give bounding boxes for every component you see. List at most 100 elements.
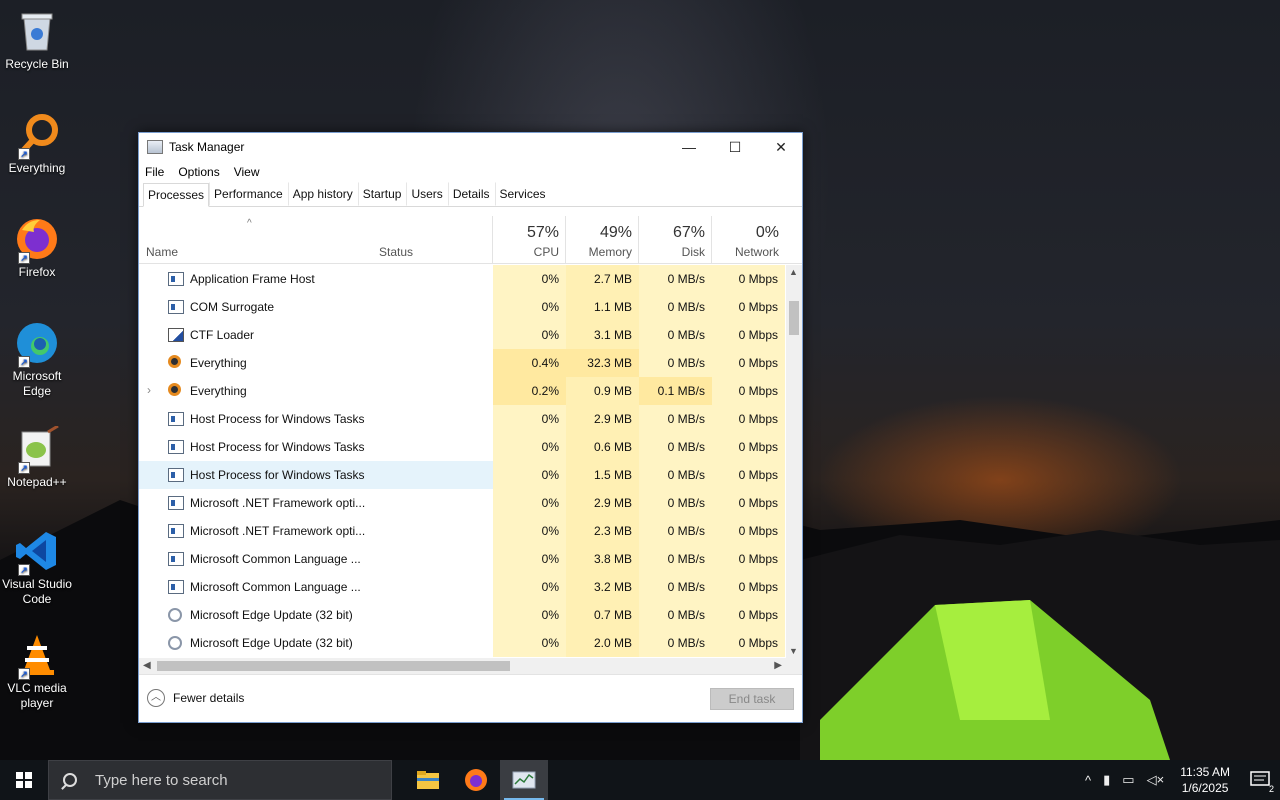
minimize-button[interactable]: — (666, 133, 712, 161)
window-icon (168, 440, 184, 454)
maximize-button[interactable]: ☐ (712, 133, 758, 161)
menu-file[interactable]: File (145, 165, 164, 179)
process-name: COM Surrogate (190, 300, 275, 314)
process-status-cell (375, 293, 493, 321)
tab-app-history[interactable]: App history (287, 182, 358, 206)
scrollbar-thumb[interactable] (157, 661, 510, 671)
process-status-cell (375, 433, 493, 461)
column-network-label: Network (734, 245, 779, 259)
desktop-icon-vlc[interactable]: ↗ VLC media player (2, 632, 72, 711)
process-row[interactable]: Microsoft Common Language ... 0% 3.2 MB 0 M… (139, 573, 786, 601)
process-status-cell (375, 405, 493, 433)
tab-processes[interactable]: Processes (143, 183, 210, 207)
process-name-cell[interactable]: Microsoft Common Language ... (139, 545, 375, 573)
scroll-right-icon[interactable]: ▶ (774, 660, 782, 671)
column-status[interactable]: Status (375, 216, 493, 264)
expand-chevron-icon[interactable]: › (147, 383, 151, 397)
process-row[interactable]: Microsoft Edge Update (32 bit) 0% 0.7 MB 0 … (139, 601, 786, 629)
volume-muted-icon[interactable]: ◁× (1147, 772, 1165, 788)
process-name-cell[interactable]: Microsoft .NET Framework opti... (139, 489, 375, 517)
notification-icon (1250, 771, 1270, 786)
process-row[interactable]: Host Process for Windows Tasks 0% 0.6 MB 0 … (139, 433, 786, 461)
scroll-up-icon[interactable]: ▲ (789, 267, 798, 277)
process-name-cell[interactable]: Microsoft .NET Framework opti... (139, 517, 375, 545)
desktop-icon-recycle-bin[interactable]: Recycle Bin (2, 8, 72, 72)
process-memory: 2.7 MB (566, 265, 639, 293)
desktop-icon-firefox[interactable]: ↗ Firefox (2, 216, 72, 280)
column-cpu[interactable]: 57% CPU (493, 216, 566, 264)
process-status-cell (375, 517, 493, 545)
scroll-down-icon[interactable]: ▼ (789, 646, 798, 656)
menu-options[interactable]: Options (178, 165, 219, 179)
shortcut-arrow-icon: ↗ (18, 564, 30, 576)
process-name-cell[interactable]: COM Surrogate (139, 293, 375, 321)
column-name-label: Name (146, 245, 179, 259)
fewer-details-button[interactable]: ︿ Fewer details (147, 689, 244, 707)
everything-icon (168, 355, 181, 368)
process-network: 0 Mbps (712, 601, 785, 629)
process-name-cell[interactable]: Microsoft Common Language ... (139, 573, 375, 601)
process-row[interactable]: Microsoft .NET Framework opti... 0% 2.3 MB… (139, 517, 786, 545)
scroll-left-icon[interactable]: ◀ (143, 660, 151, 671)
battery-icon[interactable]: ▮ (1103, 772, 1110, 788)
process-name-cell[interactable]: CTF Loader (139, 321, 375, 349)
process-cpu: 0% (493, 573, 566, 601)
taskbar: Type here to search ^ ▮ ▭ ◁× 11:35 AM 1/… (0, 760, 1280, 800)
process-name-cell[interactable]: Host Process for Windows Tasks (139, 433, 375, 461)
column-name[interactable]: ^ Name (139, 216, 375, 264)
taskbar-task-manager[interactable] (500, 760, 548, 800)
desktop-icon-everything[interactable]: ↗ Everything (2, 112, 72, 176)
action-center-button[interactable]: 2 (1240, 760, 1280, 800)
column-disk[interactable]: 67% Disk (639, 216, 712, 264)
process-row[interactable]: CTF Loader 0% 3.1 MB 0 MB/s 0 Mbps (139, 321, 786, 349)
process-name-cell[interactable]: Microsoft Edge Update (32 bit) (139, 629, 375, 657)
end-task-button[interactable]: End task (710, 688, 794, 710)
process-name-cell[interactable]: Microsoft Edge Update (32 bit) (139, 601, 375, 629)
process-row[interactable]: Host Process for Windows Tasks 0% 1.5 MB 0 … (139, 461, 786, 489)
taskbar-firefox[interactable] (452, 760, 500, 800)
process-row[interactable]: Microsoft Common Language ... 0% 3.8 MB 0 M… (139, 545, 786, 573)
start-button[interactable] (0, 760, 48, 800)
process-network: 0 Mbps (712, 433, 785, 461)
vertical-scrollbar[interactable]: ▲ ▼ (786, 265, 802, 658)
fewer-details-label: Fewer details (173, 691, 245, 705)
column-network[interactable]: 0% Network (712, 216, 785, 264)
taskbar-search-box[interactable]: Type here to search (48, 760, 392, 800)
desktop-icon-edge[interactable]: ↗ Microsoft Edge (2, 320, 72, 399)
process-row[interactable]: Microsoft .NET Framework opti... 0% 2.9 MB… (139, 489, 786, 517)
process-row[interactable]: Everything 0.4% 32.3 MB 0 MB/s 0 Mbps (139, 349, 786, 377)
process-name: Microsoft .NET Framework opti... (190, 524, 366, 538)
title-bar[interactable]: Task Manager — ☐ ✕ (139, 133, 802, 161)
process-name-cell[interactable]: Host Process for Windows Tasks (139, 461, 375, 489)
taskbar-file-explorer[interactable] (404, 760, 452, 800)
process-row[interactable]: Application Frame Host 0% 2.7 MB 0 MB/s 0 Mb… (139, 265, 786, 293)
tab-users[interactable]: Users (406, 182, 447, 206)
process-name-cell[interactable]: Application Frame Host (139, 265, 375, 293)
process-name-cell[interactable]: › Everything (139, 377, 375, 405)
process-row[interactable]: › Everything 0.2% 0.9 MB 0.1 MB/s 0 Mbps (139, 377, 786, 405)
process-network: 0 Mbps (712, 321, 785, 349)
tab-details[interactable]: Details (447, 182, 495, 206)
tab-performance[interactable]: Performance (209, 182, 288, 206)
column-memory[interactable]: 49% Memory (566, 216, 639, 264)
scrollbar-thumb[interactable] (789, 301, 799, 335)
tab-services[interactable]: Services (494, 182, 551, 206)
chevron-up-icon[interactable]: ^ (1085, 773, 1091, 788)
clock[interactable]: 11:35 AM 1/6/2025 (1180, 764, 1230, 796)
desktop-icon-notepadpp[interactable]: ↗ Notepad++ (2, 424, 72, 490)
process-memory: 2.0 MB (566, 629, 639, 657)
process-cpu: 0% (493, 433, 566, 461)
desktop-icon-vscode[interactable]: ↗ Visual Studio Code (2, 528, 72, 607)
process-network: 0 Mbps (712, 461, 785, 489)
menu-view[interactable]: View (234, 165, 260, 179)
network-icon[interactable]: ▭ (1122, 772, 1134, 788)
process-row[interactable]: Host Process for Windows Tasks 0% 2.9 MB 0 … (139, 405, 786, 433)
process-name-cell[interactable]: Host Process for Windows Tasks (139, 405, 375, 433)
process-row[interactable]: Microsoft Edge Update (32 bit) 0% 2.0 MB 0 … (139, 629, 786, 657)
process-network: 0 Mbps (712, 517, 785, 545)
process-row[interactable]: COM Surrogate 0% 1.1 MB 0 MB/s 0 Mbps (139, 293, 786, 321)
close-button[interactable]: ✕ (758, 133, 804, 161)
tab-startup[interactable]: Startup (357, 182, 407, 206)
process-name-cell[interactable]: Everything (139, 349, 375, 377)
horizontal-scrollbar[interactable]: ◀ ▶ (139, 658, 786, 674)
